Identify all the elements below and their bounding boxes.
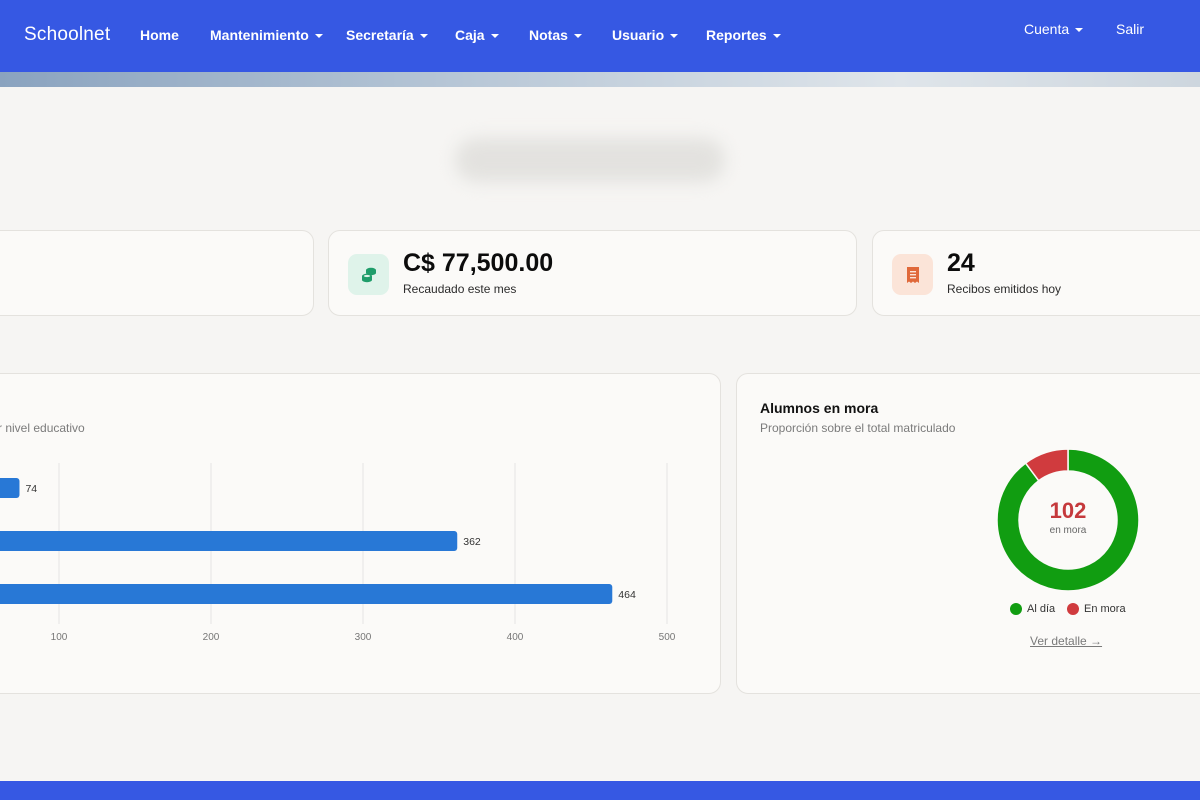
nav-mantenimiento-label: Mantenimiento	[210, 27, 309, 43]
x-tick-label: 200	[203, 632, 220, 643]
legend-label: En mora	[1084, 603, 1126, 615]
bar	[0, 584, 613, 604]
caret-down-icon	[772, 34, 781, 38]
stat-label: Recaudado este mes	[403, 282, 517, 296]
ver-detalle-link[interactable]: Ver detalle →	[1030, 634, 1102, 648]
x-tick-label: 400	[507, 632, 524, 643]
legend-item-en-mora: En mora	[1067, 603, 1126, 615]
nav-caja-label: Caja	[455, 27, 485, 43]
top-navbar: Schoolnet Home Mantenimiento Secretaría …	[0, 0, 1200, 72]
stat-card-recaudado: C$ 77,500.00 Recaudado este mes	[328, 230, 857, 316]
nav-caja[interactable]: Caja	[455, 27, 499, 43]
bar	[0, 478, 20, 498]
legend-dot	[1010, 603, 1022, 615]
mora-subtitle: Proporción sobre el total matriculado	[760, 421, 956, 435]
nav-mantenimiento[interactable]: Mantenimiento	[210, 27, 323, 43]
nav-secretaria[interactable]: Secretaría	[346, 27, 428, 43]
mora-donut-chart: 102 en mora	[997, 449, 1139, 591]
x-tick-label: 100	[51, 632, 68, 643]
blurred-page-title	[455, 138, 725, 182]
legend-dot	[1067, 603, 1079, 615]
mora-title: Alumnos en mora	[760, 400, 879, 416]
nav-reportes-label: Reportes	[706, 27, 767, 43]
bar-value-label: 74	[25, 483, 37, 495]
legend-label: Al día	[1027, 603, 1056, 615]
nav-notas-label: Notas	[529, 27, 568, 43]
nav-usuario-label: Usuario	[612, 27, 665, 43]
bar-value-label: 362	[463, 536, 481, 548]
students-by-level-card: r nivel educativo 100 200 300 400 500 74 362 46…	[0, 373, 721, 694]
bar	[0, 531, 458, 551]
stat-card-recibos: 24 Recibos emitidos hoy	[872, 230, 1200, 316]
caret-down-icon	[1075, 28, 1084, 32]
legend-item-al-dia: Al día	[1010, 603, 1055, 615]
x-tick-label: 500	[659, 632, 676, 643]
brand-logo[interactable]: Schoolnet	[24, 24, 110, 46]
students-bar-chart: 100 200 300 400 500 74 362 464	[0, 463, 676, 643]
footer-bar	[0, 781, 1200, 800]
nav-cuenta[interactable]: Cuenta	[1024, 21, 1084, 37]
nav-secretaria-label: Secretaría	[346, 27, 414, 43]
nav-home[interactable]: Home	[140, 27, 179, 43]
nav-reportes[interactable]: Reportes	[706, 27, 781, 43]
header-banner-strip	[0, 72, 1200, 87]
stat-value: 24	[947, 249, 975, 277]
x-tick-label: 300	[355, 632, 372, 643]
stat-card-partial	[0, 230, 314, 316]
bar-value-label: 464	[618, 589, 636, 601]
caret-down-icon	[490, 34, 499, 38]
caret-down-icon	[419, 34, 428, 38]
coins-icon	[348, 254, 389, 295]
caret-down-icon	[670, 34, 679, 38]
caret-down-icon	[573, 34, 582, 38]
receipt-icon	[892, 254, 933, 295]
nav-notas[interactable]: Notas	[529, 27, 582, 43]
stat-value: C$ 77,500.00	[403, 249, 554, 277]
caret-down-icon	[314, 34, 323, 38]
nav-cuenta-label: Cuenta	[1024, 21, 1070, 37]
nav-usuario[interactable]: Usuario	[612, 27, 679, 43]
stat-label: Recibos emitidos hoy	[947, 282, 1062, 296]
nav-home-label: Home	[140, 27, 179, 43]
donut-center-label: en mora	[1050, 525, 1087, 536]
donut-center-value: 102	[1050, 498, 1087, 523]
nav-salir[interactable]: Salir	[1116, 21, 1144, 37]
